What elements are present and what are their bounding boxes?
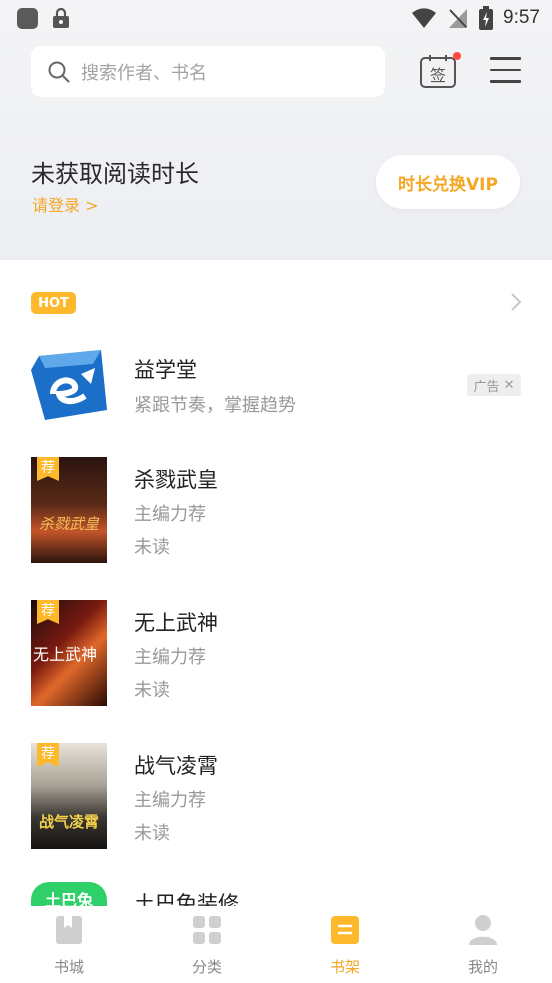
list-item[interactable]: 战气凌霄 荐 战气凌霄 主编力荐 未读 <box>0 743 552 853</box>
clock: 9:57 <box>503 7 540 28</box>
notification-icon <box>17 8 38 29</box>
book-title: 无上武神 <box>134 611 218 635</box>
cover-title: 无上武神 <box>33 645 97 664</box>
read-status: 未读 <box>134 537 170 558</box>
book-tag: 主编力荐 <box>134 504 206 525</box>
read-status: 未读 <box>134 823 170 844</box>
book-cover: 无上武神 荐 <box>31 600 107 706</box>
tab-label: 我的 <box>467 958 498 976</box>
menu-line <box>490 57 521 60</box>
cover-title: 杀戮武皇 <box>39 515 100 533</box>
menu-line <box>490 80 521 83</box>
read-status: 未读 <box>134 680 170 701</box>
book-description: 紧跟节奏，掌握趋势 <box>134 395 296 416</box>
list-item[interactable]: 杀戮武皇 荐 杀戮武皇 主编力荐 未读 <box>0 457 552 567</box>
menu-button[interactable] <box>490 57 521 84</box>
battery-icon <box>479 6 494 30</box>
notification-dot <box>453 52 461 60</box>
book-tag: 主编力荐 <box>134 647 206 668</box>
search-icon <box>48 61 70 82</box>
login-link[interactable]: 请登录 > <box>32 192 99 216</box>
grid-icon <box>193 916 221 944</box>
tab-category[interactable]: 分类 <box>157 906 257 983</box>
book-cover: 杀戮武皇 荐 <box>31 457 107 563</box>
book-icon <box>56 916 82 944</box>
app-logo <box>31 350 107 420</box>
tab-mine[interactable]: 我的 <box>433 906 533 983</box>
search-placeholder: 搜索作者、书名 <box>81 62 207 84</box>
lock-icon <box>53 8 69 28</box>
list-item[interactable]: 无上武神 荐 无上武神 主编力荐 未读 <box>0 600 552 710</box>
book-title: 土巴兔装修 <box>134 892 239 906</box>
bookshelf-icon <box>331 916 359 944</box>
sign-in-label: 签 <box>430 66 446 85</box>
list-item[interactable]: 土巴兔 土巴兔装修 <box>0 882 552 906</box>
reading-time-title: 未获取阅读时长 <box>31 160 199 188</box>
ad-label: 广告 <box>473 379 500 395</box>
book-cover: 战气凌霄 荐 <box>31 743 107 849</box>
search-input[interactable]: 搜索作者、书名 <box>31 46 385 97</box>
book-title: 益学堂 <box>134 358 197 382</box>
tab-label: 分类 <box>191 958 222 976</box>
exchange-vip-button[interactable]: 时长兑换VIP <box>376 155 520 209</box>
header-area <box>0 0 552 260</box>
chevron-right-icon[interactable] <box>506 292 526 312</box>
tab-label: 书城 <box>53 958 84 976</box>
app-logo: 土巴兔 <box>31 882 107 906</box>
tab-bookshelf[interactable]: 书架 <box>295 906 395 983</box>
wifi-icon <box>412 8 437 28</box>
signal-off-icon <box>449 9 468 28</box>
menu-line <box>490 68 521 71</box>
sign-in-button[interactable]: 签 <box>419 53 457 89</box>
book-title: 杀戮武皇 <box>134 468 218 492</box>
bottom-tab-bar: 书城 分类 书架 我的 <box>0 906 552 983</box>
book-tag: 主编力荐 <box>134 790 206 811</box>
book-title: 战气凌霄 <box>134 754 218 778</box>
hot-badge: HOT <box>31 292 76 314</box>
user-icon <box>469 915 497 945</box>
cover-title: 战气凌霄 <box>39 813 99 831</box>
tab-label: 书架 <box>329 958 360 976</box>
ad-close-button[interactable]: 广告 ✕ <box>467 374 521 396</box>
tab-bookstore[interactable]: 书城 <box>19 906 119 983</box>
status-bar: 9:57 <box>0 0 552 38</box>
